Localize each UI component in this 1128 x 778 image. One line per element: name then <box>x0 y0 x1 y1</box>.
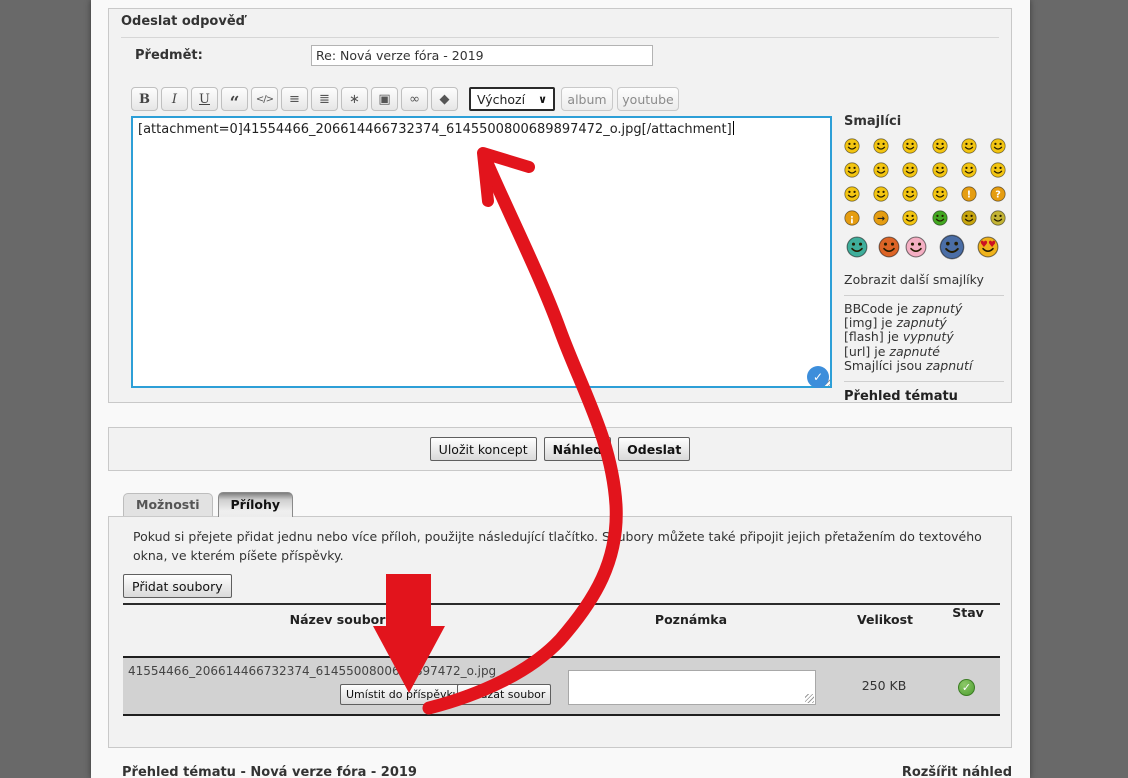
svg-text:?: ? <box>995 190 1001 201</box>
smiley-very-happy[interactable] <box>844 138 860 154</box>
preview-button[interactable]: Náhled <box>544 437 612 461</box>
toolbar-quote-button[interactable]: “ <box>221 87 248 111</box>
smiley-razz[interactable] <box>932 162 948 178</box>
place-inline-button[interactable]: Umístit do příspěvku <box>340 684 466 705</box>
smiley-straight-face[interactable] <box>902 210 918 226</box>
smiley-embarrassed[interactable] <box>961 162 977 178</box>
submit-button[interactable]: Odeslat <box>618 437 690 461</box>
smiley-arrow[interactable]: → <box>873 210 889 226</box>
tab-attachments[interactable]: Přílohy <box>218 492 294 517</box>
topic-review-footer-title: Přehled tématu - Nová verze fóra - 2019 <box>122 765 417 778</box>
attachments-description: Pokud si přejete přidat jednu nebo více … <box>133 527 991 565</box>
compose-legend: Odeslat odpověď <box>121 14 245 29</box>
save-draft-button[interactable]: Uložit koncept <box>430 437 537 461</box>
svg-text:¡: ¡ <box>850 214 854 225</box>
toolbar-font-color-button[interactable]: ◆ <box>431 87 458 111</box>
col-header-comment: Poznámka <box>591 612 791 627</box>
smiley-wink[interactable] <box>932 186 948 202</box>
smiley-exclaim[interactable]: ! <box>961 186 977 202</box>
toolbar-underline-button[interactable]: U <box>191 87 218 111</box>
toolbar-list-item-button[interactable]: ∗ <box>341 87 368 111</box>
bbcode-toolbar: BIU“</>≡≣∗▣∞◆ <box>131 87 458 111</box>
show-more-smilies-link[interactable]: Zobrazit další smajlíky <box>844 272 1016 287</box>
status-ok-icon: ✓ <box>958 679 975 696</box>
toolbar-list-ordered-button[interactable]: ≣ <box>311 87 338 111</box>
subject-label: Předmět: <box>135 48 203 63</box>
svg-text:!: ! <box>967 190 971 201</box>
attachments-panel: Pokud si přejete přidat jednu nebo více … <box>108 516 1012 748</box>
bbcode-status-line: [img] je zapnutý <box>844 316 1016 330</box>
smiley-laugh-pink[interactable] <box>905 236 927 258</box>
add-files-button[interactable]: Přidat soubory <box>123 574 232 598</box>
smiley-smile[interactable] <box>873 138 889 154</box>
bbcode-status-line: BBCode je zapnutý <box>844 302 1016 316</box>
toolbar-list-bullet-button[interactable]: ≡ <box>281 87 308 111</box>
expand-view-link[interactable]: Rozšířit náhled <box>902 765 1012 778</box>
col-header-size: Velikost <box>825 612 945 627</box>
bbcode-status-line: [url] je zapnuté <box>844 345 1016 359</box>
smiley-lol[interactable] <box>873 162 889 178</box>
smiley-evil[interactable] <box>844 186 860 202</box>
svg-text:→: → <box>877 214 885 225</box>
compose-tabs: Možnosti Přílohy <box>123 489 293 517</box>
message-text: [attachment=0]41554466_206614466732374_6… <box>138 122 732 137</box>
bbcode-status-line: [flash] je vypnutý <box>844 330 1016 344</box>
chevron-down-icon: ∨ <box>538 93 547 106</box>
attachment-row: 41554466_206614466732374_614550080068989… <box>123 656 1000 716</box>
toolbar-link-button[interactable]: ∞ <box>401 87 428 111</box>
smilies-panel: Smajlíci !? ¡ → ♥♥ Zobrazit další smajlíky… <box>844 114 1016 404</box>
smiley-mr-green[interactable] <box>932 210 948 226</box>
text-caret <box>733 121 734 135</box>
smiley-heart-eyes[interactable]: ♥♥ <box>977 236 999 258</box>
page-sheet: Odeslat odpověď Předmět: BIU“</>≡≣∗▣∞◆ V… <box>91 0 1030 778</box>
submit-bar: Uložit koncept Náhled Odeslat <box>108 427 1012 471</box>
toolbar-italic-button[interactable]: I <box>161 87 188 111</box>
grammar-check-badge-icon[interactable]: ✓ <box>807 366 829 388</box>
message-textarea[interactable]: [attachment=0]41554466_206614466732374_6… <box>131 116 832 388</box>
tab-options[interactable]: Možnosti <box>123 493 213 517</box>
smiley-gold-smile[interactable] <box>961 210 977 226</box>
smiley-question[interactable]: ? <box>990 186 1006 202</box>
smiley-mouth-shut[interactable] <box>902 162 918 178</box>
smiley-sad[interactable] <box>902 138 918 154</box>
attachment-size: 250 KB <box>834 678 934 693</box>
smiley-idea[interactable]: ¡ <box>844 210 860 226</box>
col-header-filename: Název souboru <box>209 612 475 627</box>
toolbar-bold-button[interactable]: B <box>131 87 158 111</box>
col-header-status: Stav <box>952 605 984 620</box>
smiley-olive-wink[interactable] <box>990 210 1006 226</box>
smiley-big-grin-teal[interactable] <box>846 236 868 258</box>
smiley-blue-dancer[interactable] <box>939 234 965 260</box>
compose-panel: Odeslat odpověď Předmět: BIU“</>≡≣∗▣∞◆ V… <box>108 8 1012 403</box>
file-comment-input[interactable] <box>568 670 816 705</box>
smiley-grin[interactable] <box>932 138 948 154</box>
divider <box>844 381 1004 382</box>
youtube-button[interactable]: youtube <box>617 87 679 111</box>
smiley-grid-large: ♥♥ <box>844 236 1016 264</box>
font-select-value: Výchozí <box>477 92 525 107</box>
attachments-table-border <box>123 603 1000 605</box>
subject-input[interactable] <box>311 45 653 66</box>
smiley-shock[interactable] <box>961 138 977 154</box>
smiley-grid: !? ¡ → <box>844 138 1016 234</box>
smiley-twisted[interactable] <box>873 186 889 202</box>
comment-resize-handle[interactable] <box>805 694 814 703</box>
attachment-filename[interactable]: 41554466_206614466732374_614550080068989… <box>128 664 558 678</box>
smiley-rolleyes[interactable] <box>902 186 918 202</box>
smiley-cool[interactable] <box>844 162 860 178</box>
smilies-title: Smajlíci <box>844 114 1016 129</box>
smiley-neutral[interactable] <box>990 162 1006 178</box>
legend-divider <box>121 37 999 38</box>
bbcode-status-line: Smajlíci jsou zapnutí <box>844 359 1016 373</box>
bbcode-status: BBCode je zapnutý[img] je zapnutý[flash]… <box>844 302 1016 373</box>
font-select[interactable]: Výchozí ∨ <box>469 87 555 111</box>
toolbar-code-button[interactable]: </> <box>251 87 278 111</box>
divider <box>844 295 1004 296</box>
smiley-cool-orange[interactable] <box>878 236 900 258</box>
smiley-smile-2[interactable] <box>990 138 1006 154</box>
album-button[interactable]: album <box>561 87 613 111</box>
toolbar-image-button[interactable]: ▣ <box>371 87 398 111</box>
topic-review-heading: Přehled tématu <box>844 389 1016 404</box>
delete-file-button[interactable]: Smazat soubor <box>457 684 551 705</box>
